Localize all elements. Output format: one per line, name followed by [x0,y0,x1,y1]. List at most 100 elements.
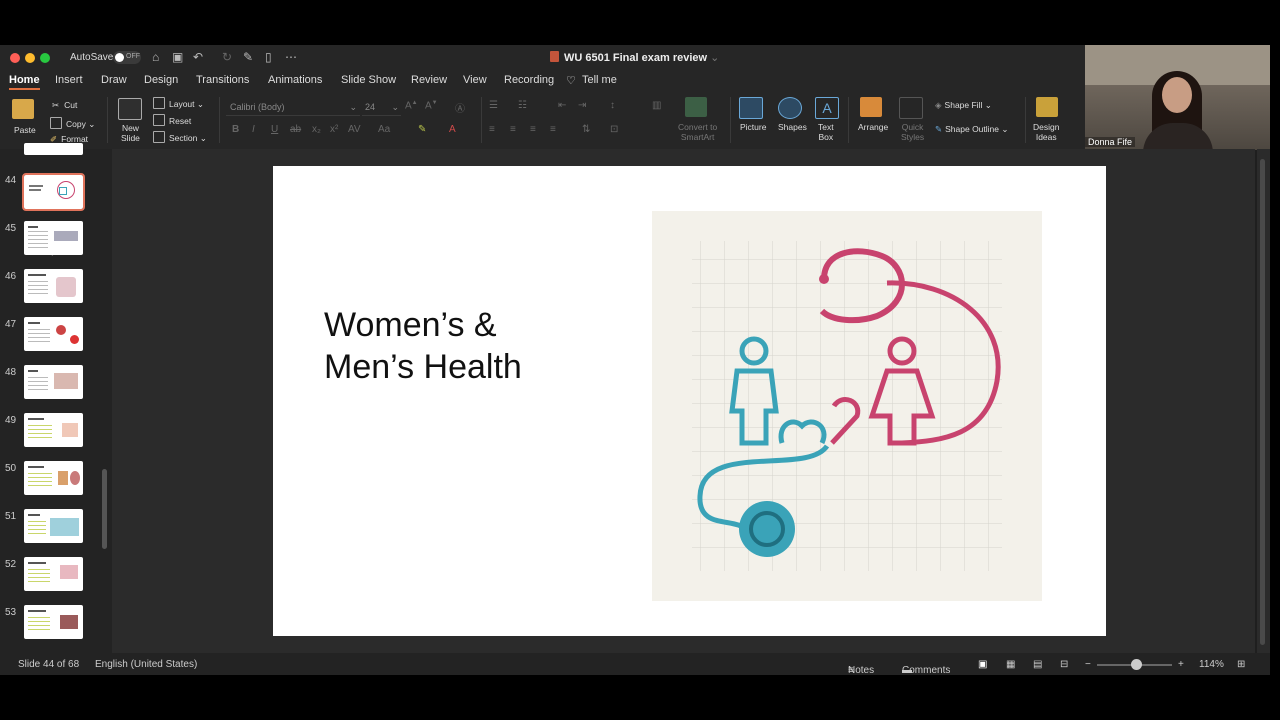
slide-sorter-icon[interactable]: ▦ [1006,659,1015,670]
shapes-icon[interactable] [778,97,802,119]
save-icon[interactable]: ▣ [172,50,183,64]
slide-thumbnail[interactable]: 52 [0,557,112,601]
tab-animations[interactable]: Animations [268,74,322,86]
italic-icon[interactable]: I [252,124,255,135]
increase-font-icon[interactable]: A▲ [405,100,418,111]
tab-review[interactable]: Review [411,74,447,86]
align-right-icon[interactable]: ≡ [530,124,536,135]
chevron-down-icon[interactable]: ⌄ [710,52,719,64]
zoom-out-icon[interactable]: − [1085,659,1091,670]
shapes-button[interactable]: Shapes [778,122,807,132]
slide-thumbnail[interactable]: 51 [0,509,112,553]
justify-icon[interactable]: ≡ [550,124,556,135]
minimize-window-button[interactable] [25,53,35,63]
decrease-font-icon[interactable]: A▼ [425,100,438,111]
text-box-icon[interactable]: A [815,97,839,119]
cut-button[interactable]: ✂ Cut [52,100,77,111]
zoom-window-button[interactable] [40,53,50,63]
align-left-icon[interactable]: ≡ [489,124,495,135]
tab-slide-show[interactable]: Slide Show [341,74,396,86]
new-slide-button[interactable]: New Slide [121,123,140,143]
current-slide[interactable]: Women’s & Men’s Health [273,166,1106,636]
undo-icon[interactable]: ↶ [193,50,203,64]
tab-home[interactable]: Home [9,74,40,90]
edit-icon[interactable]: ✎ [243,50,253,64]
copy-button[interactable]: Copy ⌄ [50,117,95,130]
section-button[interactable]: Section ⌄ [153,131,207,144]
strikethrough-icon[interactable]: ab [290,124,301,135]
convert-smartart-button[interactable]: Convert to SmartArt [678,122,717,142]
slide-thumbnail-panel[interactable]: 44 45 46 47 48 49 50 51 52 53 [0,143,112,653]
character-spacing-icon[interactable]: AV [348,124,361,135]
paste-icon[interactable] [12,99,34,119]
slide-thumbnail[interactable]: 46 [0,269,112,313]
line-spacing-icon[interactable]: ↕ [610,100,615,111]
design-ideas-button[interactable]: Design Ideas [1033,122,1059,142]
slide-thumbnail[interactable]: 47 [0,317,112,361]
tab-draw[interactable]: Draw [101,74,127,86]
zoom-slider-knob[interactable] [1131,659,1142,670]
smartart-icon[interactable] [685,97,707,117]
slide-thumbnail[interactable]: 44 [0,173,112,217]
bold-icon[interactable]: B [232,124,239,135]
tab-recording[interactable]: Recording [504,74,554,86]
normal-view-icon[interactable]: ▣ [978,659,987,670]
reset-button[interactable]: Reset [153,114,191,126]
clear-format-icon[interactable]: Ⓐ [455,100,465,115]
font-name-select[interactable]: Calibri (Body) ⌄ [226,99,360,116]
change-case-icon[interactable]: Aa [378,124,390,135]
bullets-icon[interactable]: ☰ [489,100,498,111]
arrange-icon[interactable] [860,97,882,117]
slideshow-icon[interactable]: ⊟ [1060,659,1068,670]
subscript-icon[interactable]: x₂ [312,124,321,135]
align-center-icon[interactable]: ≡ [510,124,516,135]
redo-icon[interactable]: ↻ [222,50,232,64]
new-slide-icon[interactable] [118,98,142,120]
language-indicator[interactable]: English (United States) [95,659,197,670]
slide-thumbnail[interactable]: 48 [0,365,112,409]
highlight-icon[interactable]: ✎ [418,124,426,135]
more-icon[interactable]: ⋯ [285,50,297,64]
zoom-in-icon[interactable]: + [1178,659,1184,670]
scroll-thumb[interactable] [1260,159,1265,645]
quick-styles-icon[interactable] [899,97,923,119]
tab-view[interactable]: View [463,74,487,86]
health-illustration[interactable] [652,211,1042,601]
picture-icon[interactable] [739,97,763,119]
layout-button[interactable]: Layout ⌄ [153,97,204,110]
align-text-icon[interactable]: ⊡ [610,124,618,135]
slide-thumbnail[interactable]: 53 [0,605,112,649]
tab-transitions[interactable]: Transitions [196,74,249,86]
columns-icon[interactable]: ▥ [652,100,661,111]
tab-insert[interactable]: Insert [55,74,83,86]
slide-thumbnail[interactable]: 50 [0,461,112,505]
shape-fill-button[interactable]: ◈ Shape Fill ⌄ [935,100,992,111]
tab-design[interactable]: Design [144,74,178,86]
text-direction-icon[interactable]: ⇅ [582,124,590,135]
font-color-icon[interactable]: A [449,124,456,135]
zoom-level[interactable]: 114% [1199,659,1224,670]
fit-to-window-icon[interactable]: ⊞ [1237,659,1245,670]
close-window-button[interactable] [10,53,20,63]
reading-view-icon[interactable]: ▤ [1033,659,1042,670]
thumbnail-scrollbar[interactable] [102,469,107,549]
text-box-button[interactable]: Text Box [818,122,834,142]
autosave-toggle[interactable]: OFF [113,51,141,64]
shape-outline-button[interactable]: ✎ Shape Outline ⌄ [935,124,1008,135]
font-size-select[interactable]: 24 ⌄ [362,99,401,116]
new-document-icon[interactable]: ▯ [265,50,272,64]
quick-styles-button[interactable]: Quick Styles [901,122,924,142]
superscript-icon[interactable]: x² [330,124,338,135]
slide-title[interactable]: Women’s & Men’s Health [324,304,522,388]
paste-button[interactable]: Paste [14,125,36,135]
tell-me-search[interactable]: Tell me [582,74,617,86]
design-ideas-icon[interactable] [1036,97,1058,117]
underline-icon[interactable]: U [271,124,278,135]
numbering-icon[interactable]: ☷ [518,100,527,111]
canvas-scrollbar[interactable] [1257,149,1270,653]
arrange-button[interactable]: Arrange [858,122,888,132]
picture-button[interactable]: Picture [740,122,766,132]
decrease-indent-icon[interactable]: ⇤ [558,100,566,111]
home-icon[interactable]: ⌂ [152,50,159,64]
increase-indent-icon[interactable]: ⇥ [578,100,586,111]
